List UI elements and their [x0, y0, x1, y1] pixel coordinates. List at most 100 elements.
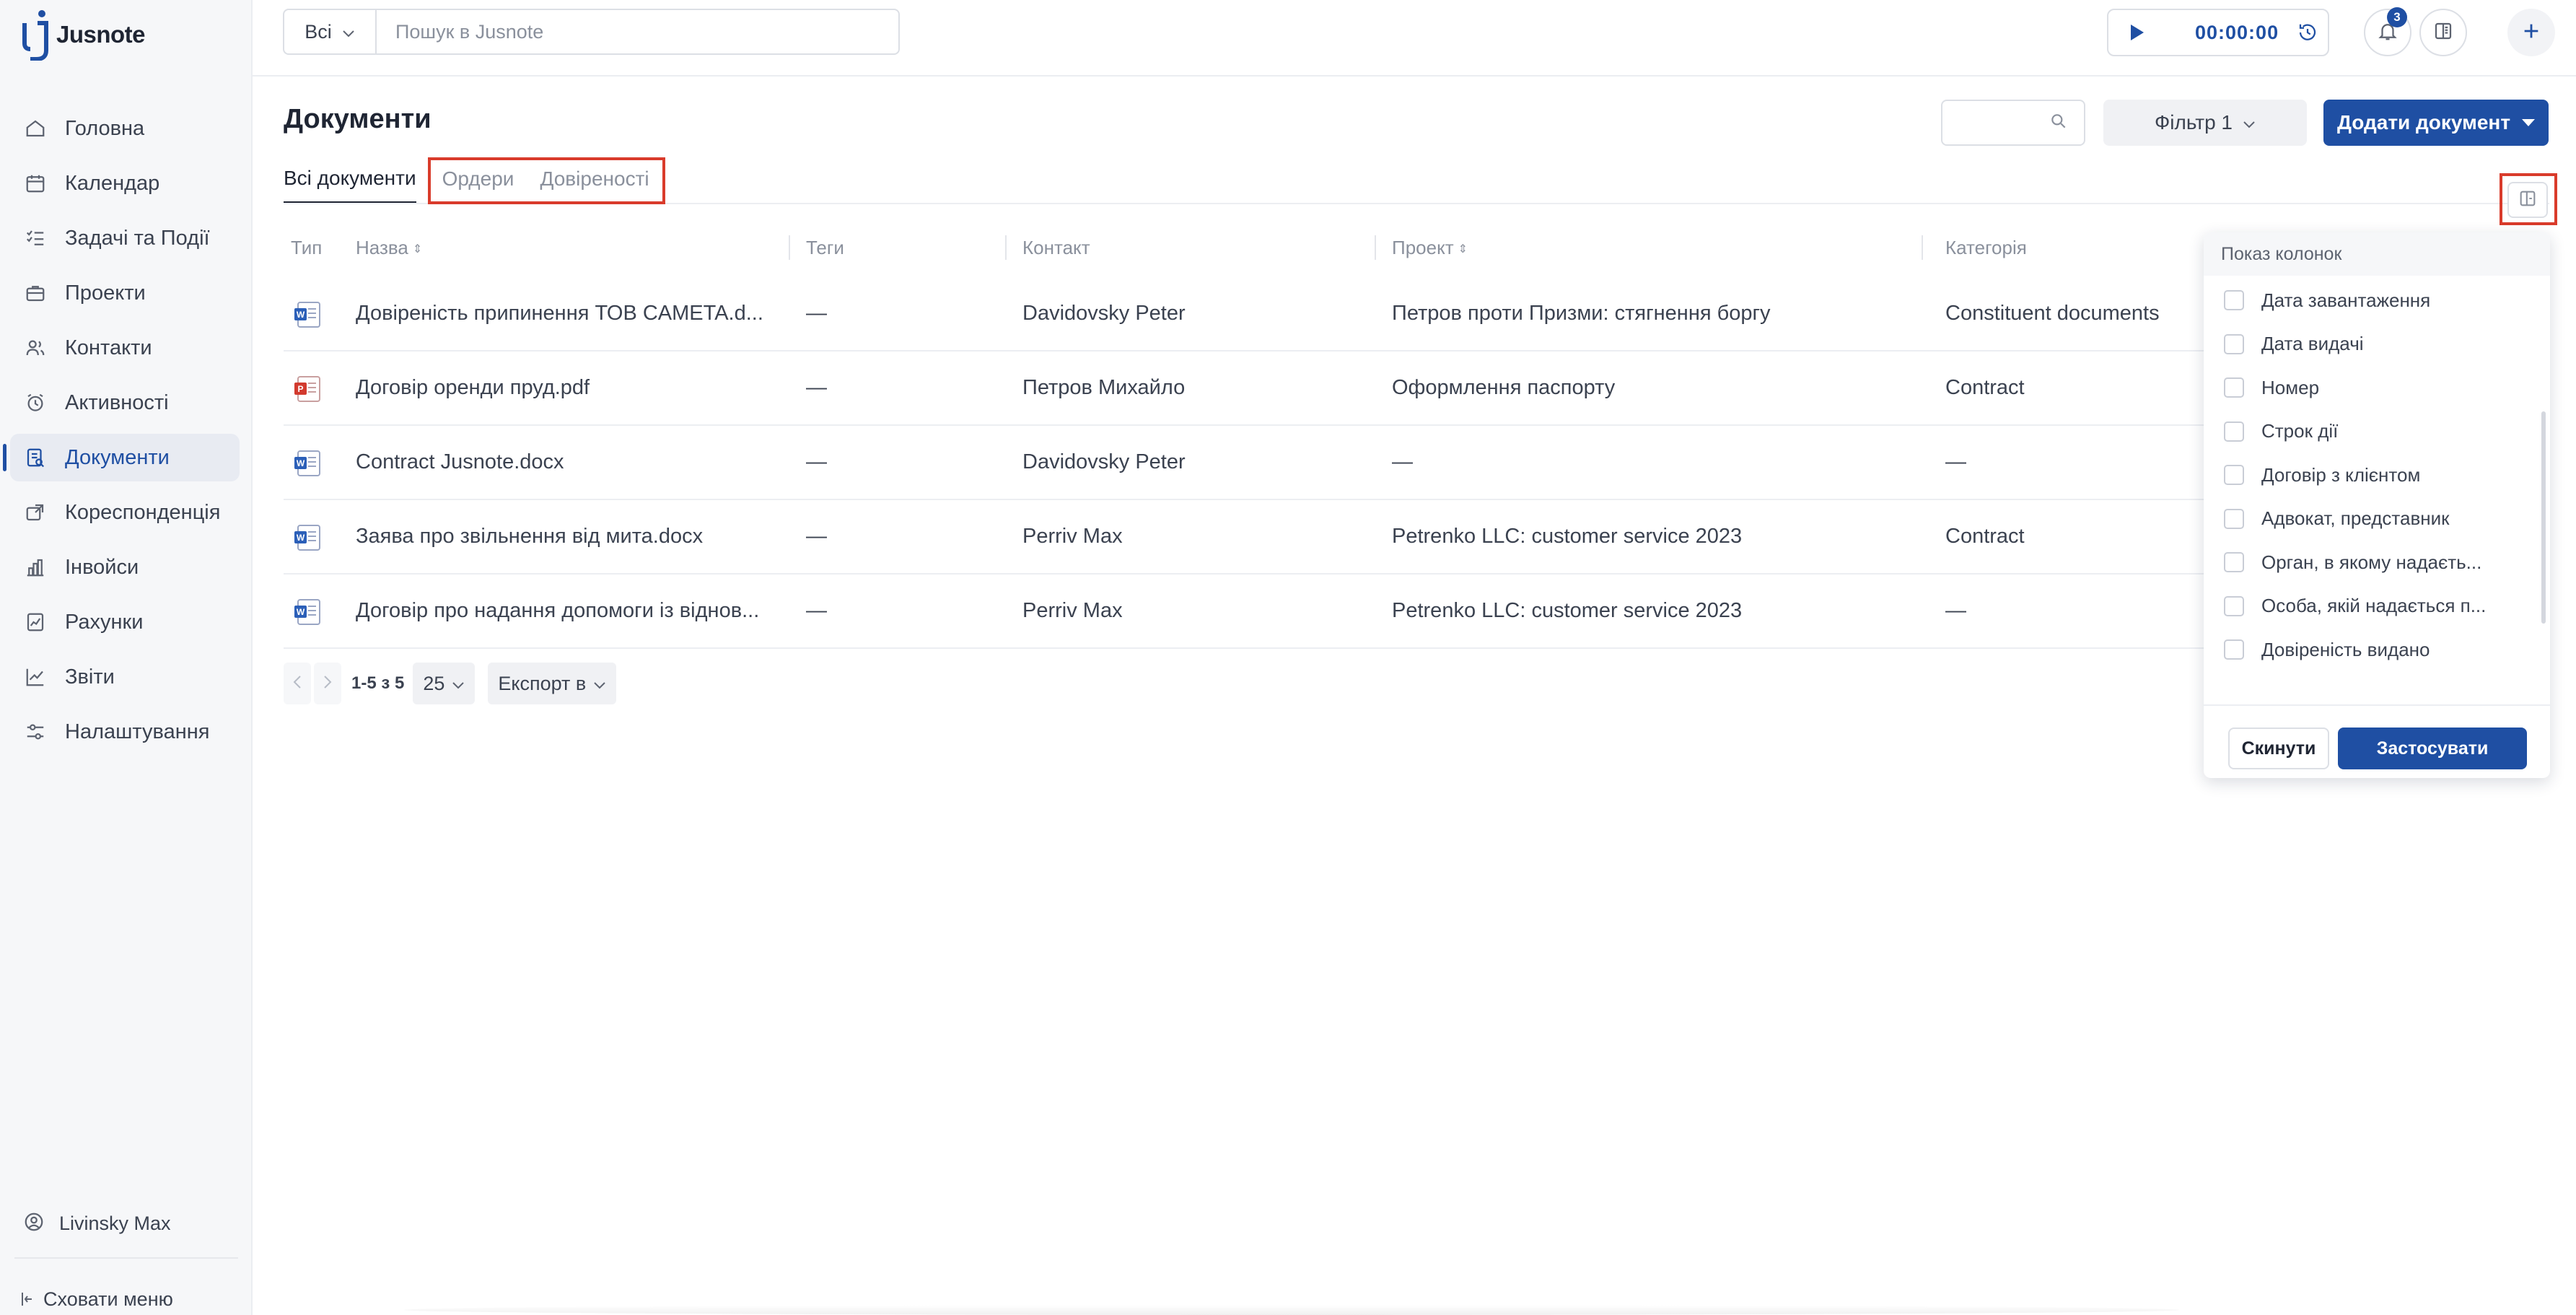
- document-contact[interactable]: Davidovsky Peter: [1022, 426, 1186, 498]
- table-row[interactable]: P Договір оренди пруд.pdf — Петров Михай…: [284, 351, 2376, 426]
- columns-options-list: Дата завантаження Дата видачі Номер Стро…: [2204, 279, 2550, 704]
- sidebar-item-tasks[interactable]: Задачі та Події: [10, 214, 240, 262]
- logo[interactable]: Jusnote: [20, 9, 146, 61]
- checkbox[interactable]: [2224, 552, 2244, 573]
- document-contact[interactable]: Perriv Max: [1022, 575, 1123, 647]
- column-option-label: Дата видачі: [2261, 333, 2364, 355]
- document-name[interactable]: Довіреність припинення ТОВ CAMETA.d...: [356, 277, 781, 349]
- table-row[interactable]: W Довіреність припинення ТОВ CAMETA.d...…: [284, 277, 2376, 351]
- checkbox[interactable]: [2224, 639, 2244, 660]
- user-profile[interactable]: Livinsky Max: [0, 1202, 253, 1245]
- filter-button[interactable]: Фільтр 1: [2103, 100, 2307, 146]
- column-option[interactable]: Адвокат, представник: [2204, 497, 2550, 541]
- checkbox[interactable]: [2224, 377, 2244, 398]
- highlight-box: [428, 157, 665, 204]
- document-name[interactable]: Contract Jusnote.docx: [356, 426, 781, 498]
- column-option[interactable]: Дата видачі: [2204, 323, 2550, 367]
- document-contact[interactable]: Perriv Max: [1022, 500, 1123, 572]
- reset-button[interactable]: Скинути: [2228, 728, 2329, 769]
- column-option[interactable]: Строк дії: [2204, 410, 2550, 454]
- header-category: Категорія: [1945, 237, 2027, 258]
- header-project[interactable]: Проект ⇕: [1392, 237, 1468, 259]
- export-select[interactable]: Експорт в: [488, 663, 617, 704]
- column-option[interactable]: Дата завантаження: [2204, 279, 2550, 323]
- checkbox[interactable]: [2224, 290, 2244, 311]
- notifications-button[interactable]: 3: [2364, 7, 2411, 56]
- sidebar-item-settings[interactable]: Налаштування: [10, 708, 240, 756]
- contacts-icon: [23, 336, 48, 360]
- columns-panel-scrollbar[interactable]: [2541, 411, 2546, 624]
- sidebar-item-activities[interactable]: Активності: [10, 379, 240, 427]
- tab-all-documents[interactable]: Всі документи: [284, 167, 416, 204]
- header-name[interactable]: Назва ⇕: [356, 237, 422, 259]
- table-row[interactable]: W Договір про надання допомоги із віднов…: [284, 575, 2376, 649]
- document-project[interactable]: Petrenko LLC: customer service 2023: [1392, 575, 1742, 647]
- hide-menu-button[interactable]: Сховати меню: [0, 1281, 253, 1315]
- sidebar-divider: [14, 1257, 238, 1259]
- search-scope-select[interactable]: Всі: [284, 10, 377, 53]
- column-divider[interactable]: [1375, 235, 1376, 260]
- plus-icon: [2521, 21, 2541, 45]
- document-contact[interactable]: Петров Михайло: [1022, 351, 1185, 424]
- column-option[interactable]: Довіреність видано: [2204, 628, 2550, 672]
- sidebar-item-label: Інвойси: [65, 555, 139, 579]
- checkbox[interactable]: [2224, 508, 2244, 529]
- checkbox[interactable]: [2224, 421, 2244, 442]
- document-project[interactable]: Оформлення паспорту: [1392, 351, 1615, 424]
- chart-icon: [23, 665, 48, 689]
- document-name[interactable]: Договір оренди пруд.pdf: [356, 351, 781, 424]
- column-option[interactable]: Номер: [2204, 366, 2550, 410]
- column-divider[interactable]: [789, 235, 790, 260]
- column-divider[interactable]: [1922, 235, 1923, 260]
- table-row[interactable]: W Contract Jusnote.docx — Davidovsky Pet…: [284, 426, 2376, 500]
- sidebar-item-projects[interactable]: Проекти: [10, 269, 240, 317]
- column-option[interactable]: Особа, якій надається п...: [2204, 585, 2550, 629]
- document-contact[interactable]: Davidovsky Peter: [1022, 277, 1186, 349]
- documents-icon: [23, 445, 48, 470]
- page-size-select[interactable]: 25: [413, 663, 476, 704]
- history-icon[interactable]: [2293, 22, 2322, 43]
- document-project[interactable]: Petrenko LLC: customer service 2023: [1392, 500, 1742, 572]
- sidebar-item-reports[interactable]: Звіти: [10, 653, 240, 701]
- timer-value: 00:00:00: [2195, 21, 2279, 43]
- sort-icon: ⇕: [412, 243, 423, 256]
- column-option[interactable]: Договір з клієнтом: [2204, 453, 2550, 497]
- sidebar-item-label: Рахунки: [65, 610, 144, 634]
- column-divider[interactable]: [1005, 235, 1007, 260]
- documents-search-input[interactable]: [1941, 100, 2085, 146]
- prev-page-button[interactable]: [284, 663, 311, 704]
- create-button[interactable]: [2507, 9, 2555, 56]
- pagination: 1-5 з 5 25 Експорт в: [284, 663, 629, 704]
- chevron-right-icon: [323, 675, 332, 693]
- chevron-down-icon: [452, 673, 465, 695]
- document-name[interactable]: Заява про звільнення від мита.docx: [356, 500, 781, 572]
- search-scope-value: Всі: [305, 20, 332, 43]
- search-input[interactable]: [377, 10, 898, 53]
- play-icon[interactable]: [2123, 23, 2152, 42]
- sidebar-item-contacts[interactable]: Контакти: [10, 324, 240, 372]
- panel-toggle-button[interactable]: [2419, 9, 2467, 56]
- add-document-button[interactable]: Додати документ: [2323, 100, 2549, 146]
- checkbox[interactable]: [2224, 333, 2244, 354]
- chevron-left-icon: [293, 675, 302, 693]
- sidebar-item-label: Календар: [65, 171, 160, 195]
- sidebar-item-home[interactable]: Головна: [10, 105, 240, 152]
- column-option[interactable]: Орган, в якому надаєть...: [2204, 541, 2550, 585]
- document-project[interactable]: Петров проти Призми: стягнення боргу: [1392, 277, 1771, 349]
- table-row[interactable]: W Заява про звільнення від мита.docx — P…: [284, 500, 2376, 575]
- header-tags: Теги: [806, 237, 844, 258]
- sidebar-item-invoices[interactable]: Інвойси: [10, 543, 240, 591]
- sidebar-item-calendar[interactable]: Календар: [10, 160, 240, 207]
- page-size-value: 25: [423, 672, 445, 694]
- checkbox[interactable]: [2224, 595, 2244, 616]
- sidebar-item-documents[interactable]: Документи: [3, 434, 240, 481]
- next-page-button[interactable]: [314, 663, 341, 704]
- sidebar-item-label: Налаштування: [65, 720, 210, 743]
- sidebar-item-label: Контакти: [65, 336, 152, 359]
- document-name[interactable]: Договір про надання допомоги із віднов..…: [356, 575, 781, 647]
- sidebar-item-label: Активності: [65, 390, 169, 414]
- sidebar-item-correspondence[interactable]: Кореспонденція: [10, 489, 240, 536]
- apply-button[interactable]: Застосувати: [2338, 728, 2527, 769]
- sidebar-item-bills[interactable]: Рахунки: [10, 598, 240, 646]
- checkbox[interactable]: [2224, 465, 2244, 486]
